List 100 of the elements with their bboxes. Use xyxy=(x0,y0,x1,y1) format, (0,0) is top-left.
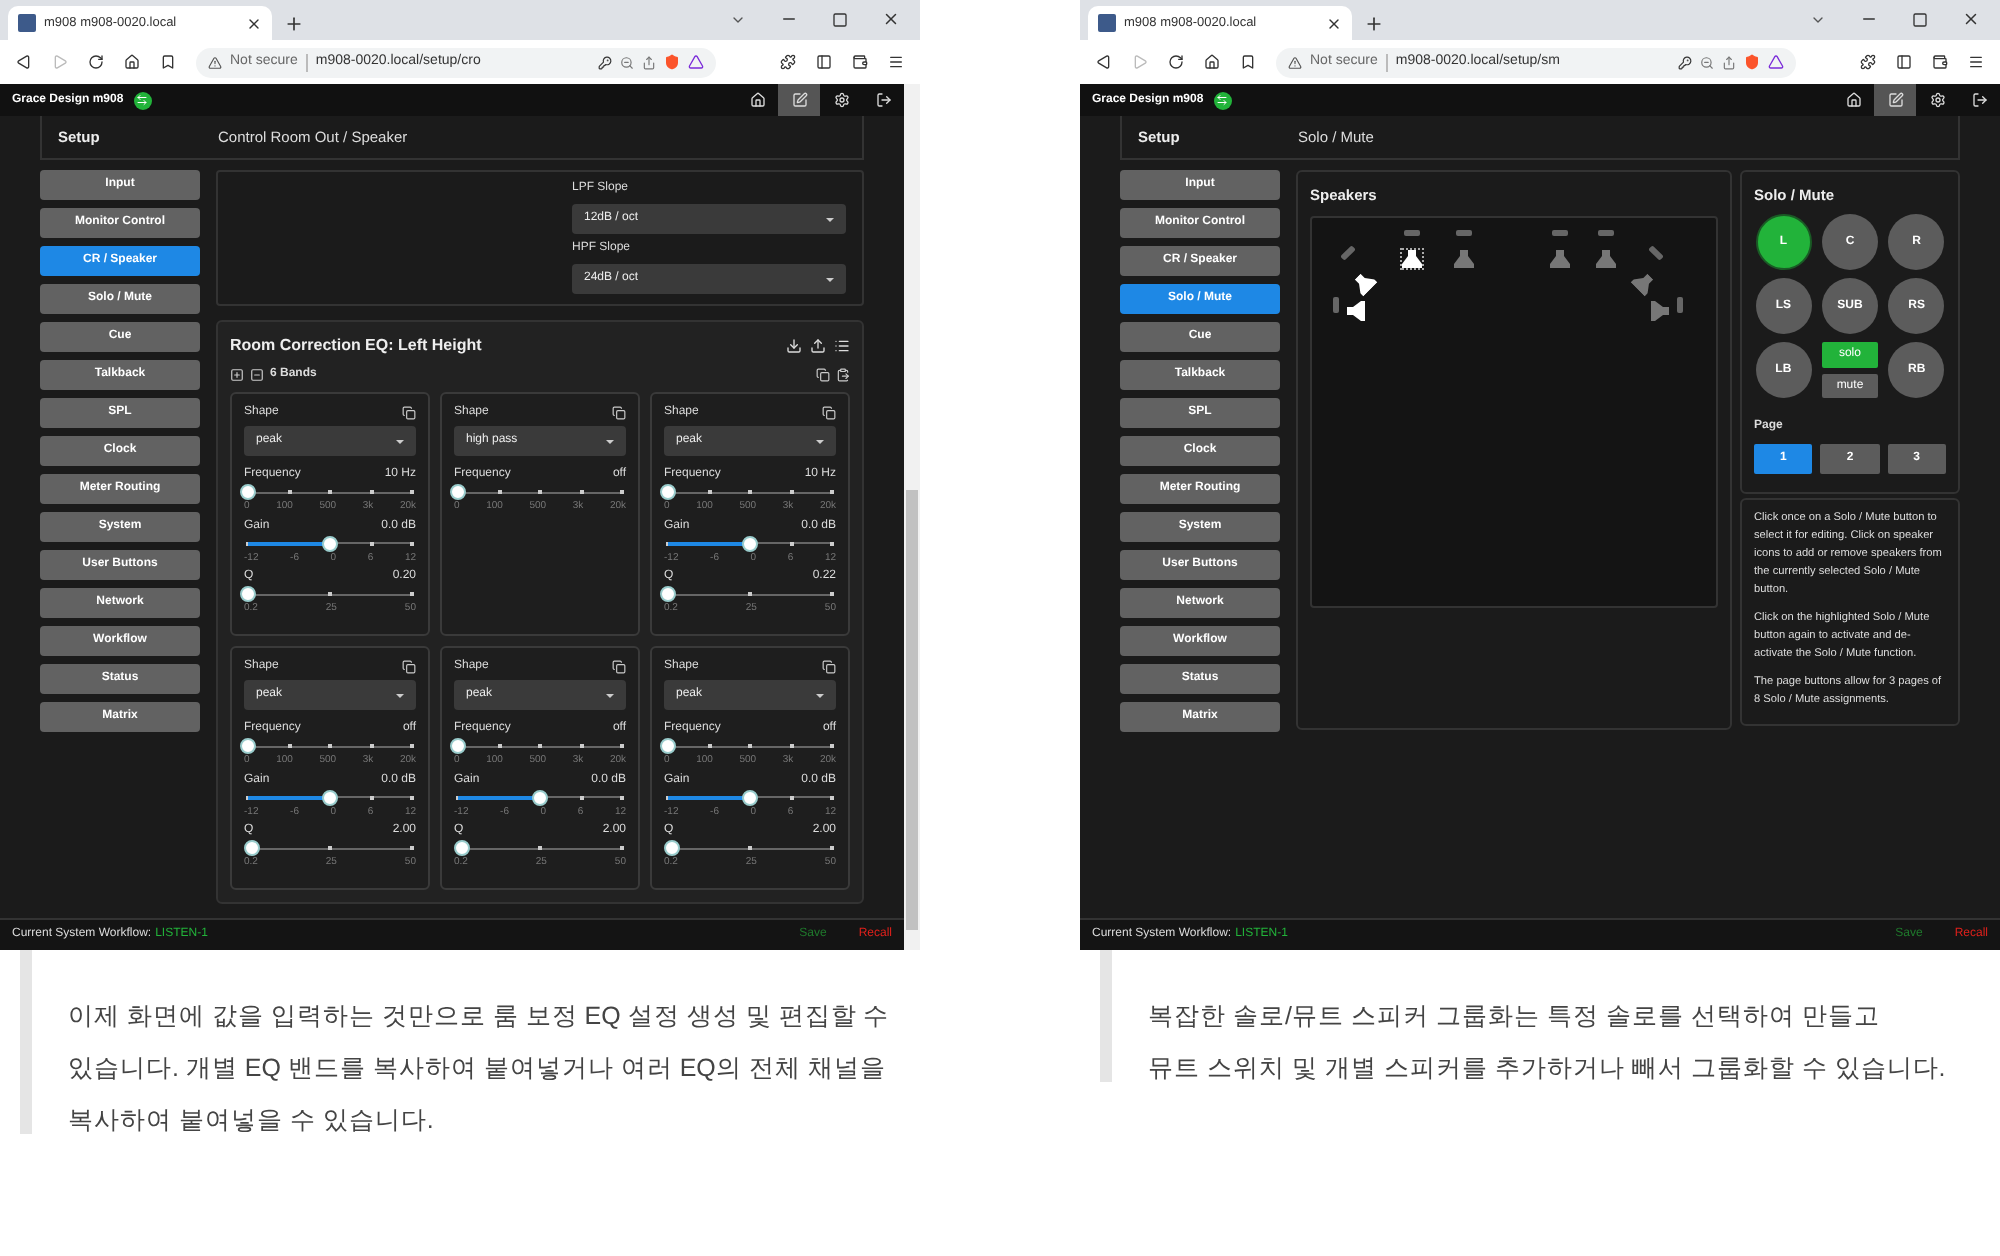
speaker-bar-icon xyxy=(1340,245,1356,262)
collapse-icon[interactable] xyxy=(250,368,264,382)
close-tab-icon xyxy=(1326,15,1342,31)
edit-icon xyxy=(1887,92,1903,108)
speaker-icon[interactable] xyxy=(1347,301,1365,322)
sync-icon xyxy=(1213,91,1232,109)
share-icon[interactable] xyxy=(642,55,656,69)
triangle-icon[interactable] xyxy=(1768,54,1784,70)
slider-thumb[interactable] xyxy=(742,789,758,805)
settings-icon xyxy=(1929,92,1945,108)
menu-icon[interactable] xyxy=(1968,54,1984,70)
key-icon[interactable] xyxy=(1678,55,1692,69)
slider-thumb[interactable] xyxy=(322,535,338,551)
caption-text: 복잡한 솔로/뮤트 스피커 그룹화는 특정 솔로를 선택하여 만들고 뮤트 스위치 및 개별 스피커를 추가하거나 빼서 그룹화할 수 있습니다. xyxy=(1148,1000,1946,1086)
copy-icon[interactable] xyxy=(402,660,416,674)
close-window-icon[interactable] xyxy=(882,10,900,28)
wallet-icon[interactable] xyxy=(1932,54,1948,70)
slider-thumb[interactable] xyxy=(660,484,676,500)
home-icon[interactable] xyxy=(124,54,140,70)
speaker-bar-icon xyxy=(1404,230,1420,237)
copy-icon[interactable] xyxy=(612,660,626,674)
speaker-icon[interactable] xyxy=(1402,250,1422,269)
copy-icon[interactable] xyxy=(402,406,416,420)
shield-icon[interactable] xyxy=(664,54,680,70)
speaker-bar-icon xyxy=(1333,297,1339,314)
triangle-icon[interactable] xyxy=(688,54,704,70)
close-tab-icon xyxy=(246,15,262,31)
logout-icon xyxy=(1971,92,1987,108)
shield-icon[interactable] xyxy=(1744,54,1760,70)
slider[interactable] xyxy=(668,840,832,856)
caret-icon xyxy=(826,277,834,281)
slider-thumb[interactable] xyxy=(742,535,758,551)
slider[interactable] xyxy=(248,840,412,856)
bookmark-icon[interactable] xyxy=(160,54,176,70)
caret-icon xyxy=(606,439,614,443)
slider[interactable] xyxy=(248,789,412,805)
speaker-bar-icon xyxy=(1456,230,1472,237)
slider[interactable] xyxy=(668,789,832,805)
expand-icon[interactable] xyxy=(230,368,244,382)
slider[interactable] xyxy=(248,535,412,551)
home-icon[interactable] xyxy=(1204,54,1220,70)
copy-icon[interactable] xyxy=(822,660,836,674)
copy-icon[interactable] xyxy=(612,406,626,420)
close-window-icon[interactable] xyxy=(1962,10,1980,28)
speaker-bar-icon xyxy=(1677,297,1683,314)
sidebar-icon[interactable] xyxy=(816,54,832,70)
slider-thumb[interactable] xyxy=(240,484,256,500)
menu-icon[interactable] xyxy=(888,54,904,70)
zoom-icon[interactable] xyxy=(1700,55,1714,69)
slider-thumb[interactable] xyxy=(322,789,338,805)
site-favicon-icon xyxy=(1098,14,1116,32)
maximize-icon[interactable] xyxy=(1912,11,1928,27)
wallet-icon[interactable] xyxy=(852,54,868,70)
sidebar-icon[interactable] xyxy=(1896,54,1912,70)
slider[interactable] xyxy=(458,840,622,856)
speaker-bar-icon xyxy=(1598,230,1614,237)
scrollbar[interactable] xyxy=(904,84,920,950)
logout-icon xyxy=(875,92,891,108)
extensions-icon[interactable] xyxy=(780,54,796,70)
slider-thumb[interactable] xyxy=(240,586,256,602)
slider-thumb[interactable] xyxy=(660,586,676,602)
slider-thumb[interactable] xyxy=(660,738,676,754)
reload-icon[interactable] xyxy=(1168,54,1184,70)
upload-icon[interactable] xyxy=(810,338,826,354)
download-icon[interactable] xyxy=(786,338,802,354)
caret-icon xyxy=(396,693,404,697)
slider-thumb[interactable] xyxy=(532,789,548,805)
new-tab-icon[interactable] xyxy=(1364,14,1384,34)
slider-thumb[interactable] xyxy=(454,840,471,856)
slider-thumb[interactable] xyxy=(450,738,466,754)
slider-thumb[interactable] xyxy=(664,840,681,856)
slider-thumb[interactable] xyxy=(244,840,261,856)
speaker-bar-icon xyxy=(1552,230,1568,237)
site-favicon-icon xyxy=(18,14,36,32)
copy-icon[interactable] xyxy=(822,406,836,420)
bookmark-icon[interactable] xyxy=(1240,54,1256,70)
home-icon xyxy=(749,92,765,108)
home-icon xyxy=(1845,92,1861,108)
eq-title: Room Correction EQ: Left Height xyxy=(230,334,482,358)
speaker-icon[interactable] xyxy=(1350,270,1378,297)
back-icon[interactable] xyxy=(1096,54,1112,70)
paste-icon[interactable] xyxy=(836,368,850,382)
slider-thumb[interactable] xyxy=(450,484,466,500)
caret-icon xyxy=(826,217,834,221)
maximize-icon[interactable] xyxy=(832,11,848,27)
edit-button[interactable] xyxy=(1874,84,1916,116)
list-icon[interactable] xyxy=(834,338,850,354)
slider-thumb[interactable] xyxy=(240,738,256,754)
reload-icon[interactable] xyxy=(88,54,104,70)
caret-icon xyxy=(606,693,614,697)
zoom-icon[interactable] xyxy=(620,55,634,69)
back-icon[interactable] xyxy=(16,54,32,70)
edit-button[interactable] xyxy=(778,84,820,116)
slider[interactable] xyxy=(668,535,832,551)
copy-icon[interactable] xyxy=(816,368,830,382)
key-icon[interactable] xyxy=(598,55,612,69)
slider[interactable] xyxy=(458,789,622,805)
share-icon[interactable] xyxy=(1722,55,1736,69)
new-tab-icon[interactable] xyxy=(284,14,304,34)
extensions-icon[interactable] xyxy=(1860,54,1876,70)
